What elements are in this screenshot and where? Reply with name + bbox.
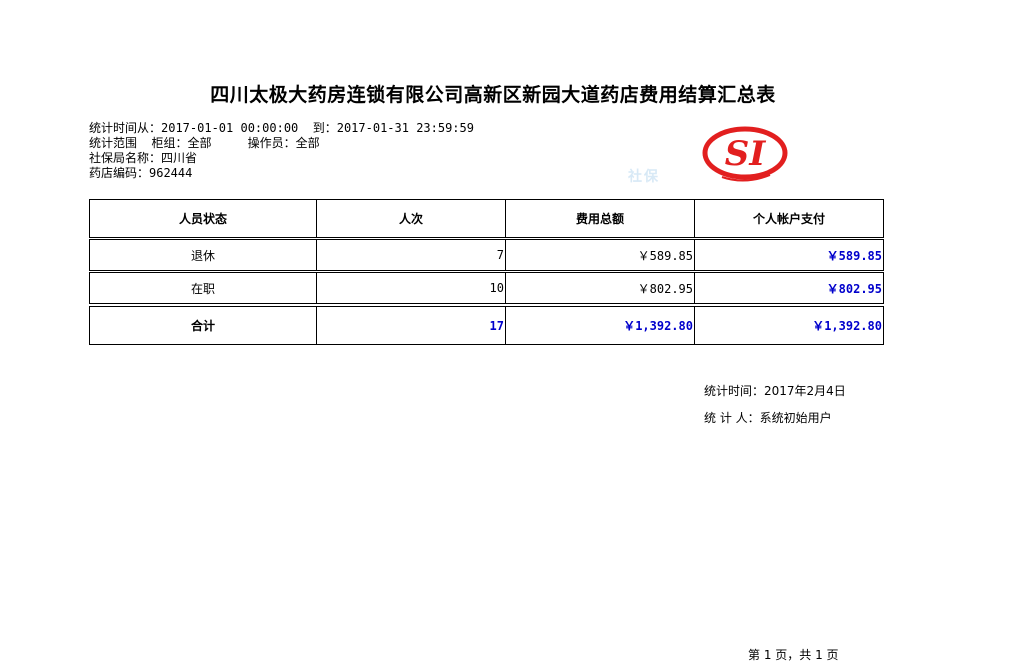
total-amount: ￥1,392.80 <box>506 307 695 344</box>
logo-text: SI <box>725 134 767 174</box>
total-cell: ￥802.95 <box>506 273 695 303</box>
social-insurance-logo: SI <box>702 126 788 182</box>
table-row: 在职 10 ￥802.95 ￥802.95 <box>89 272 884 304</box>
period-text: 统计时间从：2017-01-01 00:00:00 到：2017-01-31 2… <box>89 121 474 135</box>
total-count: 17 <box>317 307 506 344</box>
table-row: 退休 7 ￥589.85 ￥589.85 <box>89 239 884 271</box>
report-meta: 统计时间从：2017-01-01 00:00:00 到：2017-01-31 2… <box>89 121 474 181</box>
header-total: 费用总额 <box>506 200 695 237</box>
table-total-row: 合计 17 ￥1,392.80 ￥1,392.80 <box>89 306 884 345</box>
header-personal: 个人帐户支付 <box>752 212 825 226</box>
logo-watermark-text: 社保 <box>628 169 660 185</box>
count-cell: 10 <box>317 273 506 303</box>
personal-cell: ￥589.85 <box>826 248 882 263</box>
status-cell: 退休 <box>90 240 317 270</box>
scope-text: 统计范围 柜组：全部 操作员：全部 <box>89 136 320 150</box>
personal-cell: ￥802.95 <box>826 281 882 296</box>
total-personal: ￥1,392.80 <box>812 319 882 333</box>
header-count: 人次 <box>317 200 506 237</box>
header-status: 人员状态 <box>90 200 317 237</box>
store-code-text: 药店编码：962444 <box>89 166 193 180</box>
status-cell: 在职 <box>90 273 317 303</box>
table-header: 人员状态 人次 费用总额 个人帐户支付 <box>89 199 884 238</box>
page-number: 第 1 页，共 1 页 <box>748 648 839 662</box>
bureau-text: 社保局名称：四川省 <box>89 151 198 165</box>
stat-time: 统计时间：2017年2月4日 <box>704 384 846 398</box>
stat-person: 统 计 人：系统初始用户 <box>704 411 832 425</box>
report-title: 四川太极大药房连锁有限公司高新区新园大道药店费用结算汇总表 <box>210 84 776 106</box>
count-cell: 7 <box>317 240 506 270</box>
total-label: 合计 <box>90 307 317 344</box>
total-cell: ￥589.85 <box>506 240 695 270</box>
